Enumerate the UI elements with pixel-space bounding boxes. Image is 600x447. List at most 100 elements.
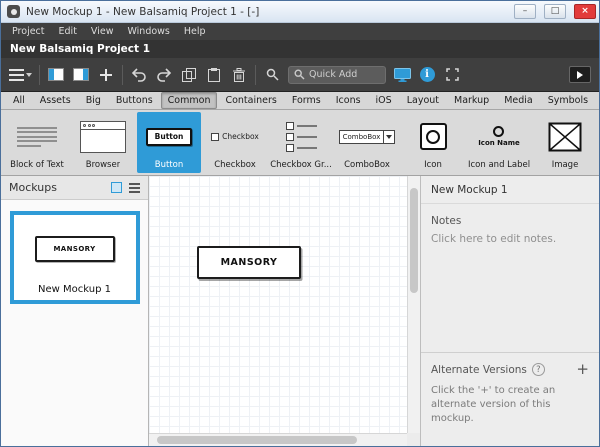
mockup-name[interactable]: New Mockup 1 — [19, 284, 131, 295]
notes-edit-area[interactable]: Click here to edit notes. — [421, 231, 599, 247]
info-icon: i — [420, 67, 435, 82]
image-placeholder-icon — [534, 116, 596, 157]
library-item-checkbox-group[interactable]: Checkbox Gr... — [269, 112, 333, 173]
mockup-thumbnail-selected[interactable]: MANSORY New Mockup 1 — [10, 211, 140, 304]
library-item-label: Block of Text — [10, 160, 64, 170]
tab-markup[interactable]: Markup — [447, 92, 496, 109]
canvas-horizontal-scrollbar[interactable] — [149, 433, 407, 446]
project-tab-bar: New Balsamiq Project 1 — [1, 40, 599, 58]
tab-icons[interactable]: Icons — [329, 92, 368, 109]
library-item-icon[interactable]: Icon — [401, 112, 465, 173]
undo-button[interactable] — [130, 63, 148, 87]
menu-view[interactable]: View — [84, 26, 121, 37]
copy-button[interactable] — [180, 63, 198, 87]
add-alternate-button[interactable]: + — [576, 362, 589, 377]
main-menu-button[interactable] — [9, 63, 32, 87]
library-item-label: Icon and Label — [468, 160, 530, 170]
library-item-block-of-text[interactable]: Block of Text — [5, 112, 69, 173]
quick-add-box — [288, 66, 386, 84]
canvas-vertical-scrollbar[interactable] — [407, 176, 420, 433]
app-icon — [7, 5, 20, 18]
library-item-checkbox[interactable]: Checkbox Checkbox — [203, 112, 267, 173]
fullscreen-button[interactable] — [443, 63, 461, 87]
menu-edit[interactable]: Edit — [52, 26, 84, 37]
canvas[interactable]: MANSORY — [149, 176, 420, 446]
mockup-thumbnail-button: MANSORY — [35, 236, 115, 262]
undo-icon — [131, 68, 147, 82]
toggle-right-panel-button[interactable] — [72, 63, 90, 87]
paste-button[interactable] — [205, 63, 223, 87]
close-button[interactable]: × — [574, 4, 596, 19]
mockup-thumbnail-canvas: MANSORY — [19, 220, 131, 278]
library-item-combobox[interactable]: ComboBox ComboBox — [335, 112, 399, 173]
library-item-icon-and-label[interactable]: Icon Name Icon and Label — [467, 112, 531, 173]
button-preview-label: Button — [146, 128, 192, 146]
toolbar-separator — [39, 65, 40, 85]
tab-layout[interactable]: Layout — [400, 92, 446, 109]
main-area: Mockups MANSORY New Mockup 1 MANSORY New… — [1, 176, 599, 446]
inspector-panel: New Mockup 1 Notes Click here to edit no… — [420, 176, 599, 446]
toolbar-separator — [255, 65, 256, 85]
minimize-button[interactable]: – — [514, 4, 536, 19]
tab-ios[interactable]: iOS — [369, 92, 399, 109]
scrollbar-thumb[interactable] — [157, 436, 357, 444]
tab-all[interactable]: All — [6, 92, 32, 109]
app-window: New Mockup 1 - New Balsamiq Project 1 - … — [0, 0, 600, 447]
library-item-browser[interactable]: Browser — [71, 112, 135, 173]
tab-text[interactable]: Text — [596, 92, 600, 109]
library-item-label: Checkbox — [214, 160, 256, 170]
screenshare-button[interactable] — [393, 63, 411, 87]
inspector-title: New Mockup 1 — [421, 176, 599, 204]
project-title[interactable]: New Balsamiq Project 1 — [10, 43, 150, 55]
delete-button[interactable] — [230, 63, 248, 87]
tab-containers[interactable]: Containers — [218, 92, 283, 109]
menubar: Project Edit View Windows Help — [1, 23, 599, 40]
library-item-label: Button — [155, 160, 183, 170]
panel-menu-icon[interactable] — [129, 183, 140, 193]
tab-big[interactable]: Big — [79, 92, 108, 109]
alternate-versions-row: Alternate Versions ? + — [421, 353, 599, 379]
add-mockup-button[interactable] — [97, 63, 115, 87]
tab-buttons[interactable]: Buttons — [109, 92, 160, 109]
menu-help[interactable]: Help — [177, 26, 213, 37]
library-item-label: ComboBox — [344, 160, 390, 170]
window-title: New Mockup 1 - New Balsamiq Project 1 - … — [26, 6, 259, 18]
canvas-button-element[interactable]: MANSORY — [197, 246, 301, 279]
combobox-preview: ComboBox — [336, 116, 398, 157]
category-tabs: All Assets Big Buttons Common Containers… — [1, 92, 599, 110]
fullscreen-icon — [446, 68, 459, 81]
library-item-label: Image — [552, 160, 579, 170]
quick-add-input[interactable] — [309, 69, 381, 80]
redo-button[interactable] — [155, 63, 173, 87]
scrollbar-thumb[interactable] — [410, 188, 418, 293]
tab-assets[interactable]: Assets — [33, 92, 78, 109]
scrollbar-corner — [407, 433, 420, 446]
tab-media[interactable]: Media — [497, 92, 540, 109]
redo-icon — [156, 68, 172, 82]
present-button[interactable] — [569, 66, 591, 83]
browser-icon — [72, 116, 134, 157]
tab-common[interactable]: Common — [161, 92, 218, 109]
trash-icon — [233, 68, 245, 82]
icon-shape-icon — [402, 116, 464, 157]
ui-library: Block of Text Browser Button Button Chec… — [1, 110, 599, 176]
help-icon[interactable]: ? — [532, 363, 545, 376]
tab-forms[interactable]: Forms — [285, 92, 328, 109]
mockups-panel-title: Mockups — [9, 181, 104, 194]
info-button[interactable]: i — [418, 63, 436, 87]
library-item-label: Icon — [424, 160, 442, 170]
toolbar-separator — [122, 65, 123, 85]
notes-label: Notes — [421, 204, 599, 231]
zoom-button[interactable] — [263, 63, 281, 87]
thumbnail-view-toggle[interactable] — [111, 182, 122, 193]
menu-windows[interactable]: Windows — [120, 26, 176, 37]
tab-symbols[interactable]: Symbols — [541, 92, 595, 109]
toolbar: i — [1, 58, 599, 92]
checkbox-preview-label: Checkbox — [222, 132, 259, 141]
library-item-label: Checkbox Gr... — [270, 160, 332, 170]
toggle-left-panel-button[interactable] — [47, 63, 65, 87]
maximize-button[interactable]: □ — [544, 4, 566, 19]
library-item-button[interactable]: Button Button — [137, 112, 201, 173]
library-item-image[interactable]: Image — [533, 112, 597, 173]
menu-project[interactable]: Project — [5, 26, 52, 37]
